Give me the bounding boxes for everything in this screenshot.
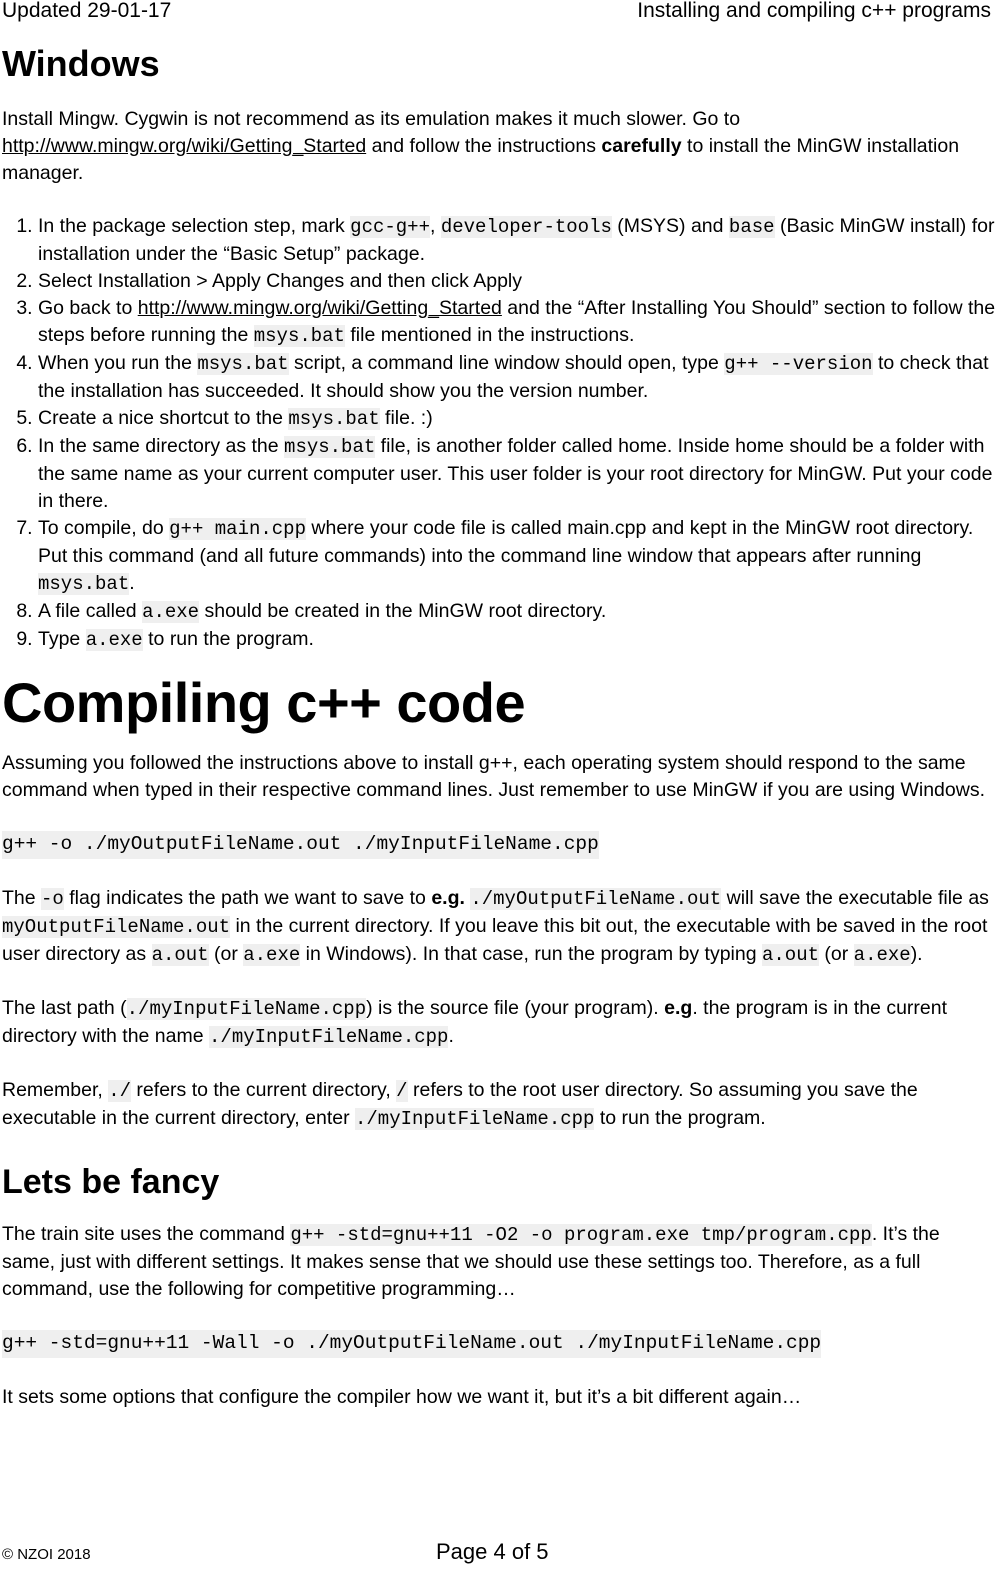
list-item: When you run the msys.bat script, a comm… xyxy=(38,350,997,405)
paths-note-paragraph: Remember, ./ refers to the current direc… xyxy=(2,1077,997,1133)
code-snippet: msys.bat xyxy=(253,325,345,347)
emphasis: e.g xyxy=(664,997,693,1019)
header-document-title: Installing and compiling c++ programs xyxy=(637,0,991,22)
text: Install Mingw. Cygwin is not recommend a… xyxy=(2,108,741,130)
compiling-intro: Assuming you followed the instructions a… xyxy=(2,752,985,801)
code-snippet: msys.bat xyxy=(288,408,380,430)
code-snippet: gcc-g++ xyxy=(350,216,430,238)
text: (or xyxy=(819,943,854,965)
code-snippet: g++ -std=gnu++11 -O2 -o program.exe tmp/… xyxy=(290,1224,872,1246)
text: flag indicates the path we want to save … xyxy=(63,887,432,909)
options-note: It sets some options that configure the … xyxy=(2,1386,802,1408)
footer-page-number: Page 4 of 5 xyxy=(436,1539,549,1564)
text: Remember, xyxy=(2,1079,109,1101)
list-item: In the package selection step, mark gcc-… xyxy=(38,213,997,268)
text: (or xyxy=(208,943,244,965)
code-snippet: developer-tools xyxy=(440,216,612,238)
source-path-paragraph: The last path (./myInputFileName.cpp) is… xyxy=(2,995,997,1051)
list-item: A file called a.exe should be created in… xyxy=(38,598,997,626)
text: To compile, do xyxy=(38,517,170,539)
code-snippet: ./myInputFileName.cpp xyxy=(355,1108,595,1130)
train-site-paragraph: The train site uses the command g++ -std… xyxy=(2,1221,997,1303)
emphasis: e.g. xyxy=(431,887,465,909)
code-snippet: a.exe xyxy=(85,629,143,651)
text: Go back to xyxy=(38,297,138,319)
header-updated-date: Updated 29-01-17 xyxy=(2,0,172,22)
text: The xyxy=(2,887,42,909)
text: will save the executable file as xyxy=(721,887,989,909)
list-item: In the same directory as the msys.bat fi… xyxy=(38,433,997,515)
text: Select Installation > Apply Changes and … xyxy=(38,270,523,292)
code-snippet: msys.bat xyxy=(197,353,289,375)
list-item: Type a.exe to run the program. xyxy=(38,626,997,654)
text: . xyxy=(129,572,135,594)
competitive-compile-command: g++ -std=gnu++11 -Wall -o ./myOutputFile… xyxy=(2,1330,822,1358)
code-snippet: -o xyxy=(41,888,64,910)
text: in Windows). In that case, run the progr… xyxy=(300,943,762,965)
text: to run the program. xyxy=(594,1107,766,1129)
code-snippet: msys.bat xyxy=(38,573,130,595)
code-snippet: ./ xyxy=(108,1080,132,1102)
code-snippet: ./myInputFileName.cpp xyxy=(209,1026,449,1048)
code-snippet: ./myInputFileName.cpp xyxy=(126,998,367,1020)
compile-command: g++ -o ./myOutputFileName.out ./myInputF… xyxy=(2,831,599,859)
text: In the same directory as the xyxy=(38,435,285,457)
code-snippet: msys.bat xyxy=(284,436,376,458)
windows-intro: Install Mingw. Cygwin is not recommend a… xyxy=(2,106,997,187)
output-flag-paragraph: The -o flag indicates the path we want t… xyxy=(2,885,997,969)
code-snippet: g++ main.cpp xyxy=(169,518,306,540)
text: , xyxy=(430,215,441,237)
text: When you run the xyxy=(38,352,198,374)
text: The train site uses the command xyxy=(2,1223,291,1245)
code-snippet: g++ --version xyxy=(724,353,873,375)
document-page: Windows Install Mingw. Cygwin is not rec… xyxy=(2,38,997,1437)
text: . xyxy=(448,1025,454,1047)
text: script, a command line window should ope… xyxy=(288,352,725,374)
list-item: To compile, do g++ main.cpp where your c… xyxy=(38,515,997,598)
windows-heading: Windows xyxy=(2,43,160,84)
list-item: Select Installation > Apply Changes and … xyxy=(38,268,997,295)
code-snippet: ./myOutputFileName.out xyxy=(470,888,722,910)
code-snippet: a.out xyxy=(761,944,819,966)
text: In the package selection step, mark xyxy=(38,215,351,237)
code-snippet: myOutputFileName.out xyxy=(2,916,231,938)
text: (MSYS) and xyxy=(611,215,729,237)
text: and follow the instructions xyxy=(366,135,602,157)
list-item: Go back to http://www.mingw.org/wiki/Get… xyxy=(38,295,997,350)
text: Create a nice shortcut to the xyxy=(38,407,289,429)
mingw-link[interactable]: http://www.mingw.org/wiki/Getting_Starte… xyxy=(2,135,366,157)
text: should be created in the MinGW root dire… xyxy=(199,600,607,622)
text: The last path ( xyxy=(2,997,127,1019)
text: file mentioned in the instructions. xyxy=(344,324,635,346)
text: ) is the source file (your program). xyxy=(366,997,665,1019)
text: to run the program. xyxy=(142,628,314,650)
footer-copyright: © NZOI 2018 xyxy=(2,1546,91,1563)
compiling-heading: Compiling c++ code xyxy=(2,671,526,734)
mingw-link[interactable]: http://www.mingw.org/wiki/Getting_Starte… xyxy=(138,297,502,319)
code-snippet: base xyxy=(728,216,775,238)
code-snippet: a.exe xyxy=(853,944,911,966)
text: A file called xyxy=(38,600,143,622)
fancy-heading: Lets be fancy xyxy=(2,1163,220,1201)
code-snippet: a.exe xyxy=(142,601,200,623)
text: file. :) xyxy=(379,407,433,429)
text: Type xyxy=(38,628,86,650)
install-steps-list: In the package selection step, mark gcc-… xyxy=(2,213,997,654)
code-snippet: a.out xyxy=(151,944,209,966)
code-snippet: a.exe xyxy=(243,944,301,966)
code-snippet: / xyxy=(396,1080,408,1102)
text: refers to the current directory, xyxy=(131,1079,397,1101)
text: ). xyxy=(910,943,923,965)
emphasis: carefully xyxy=(601,135,682,157)
list-item: Create a nice shortcut to the msys.bat f… xyxy=(38,405,997,433)
